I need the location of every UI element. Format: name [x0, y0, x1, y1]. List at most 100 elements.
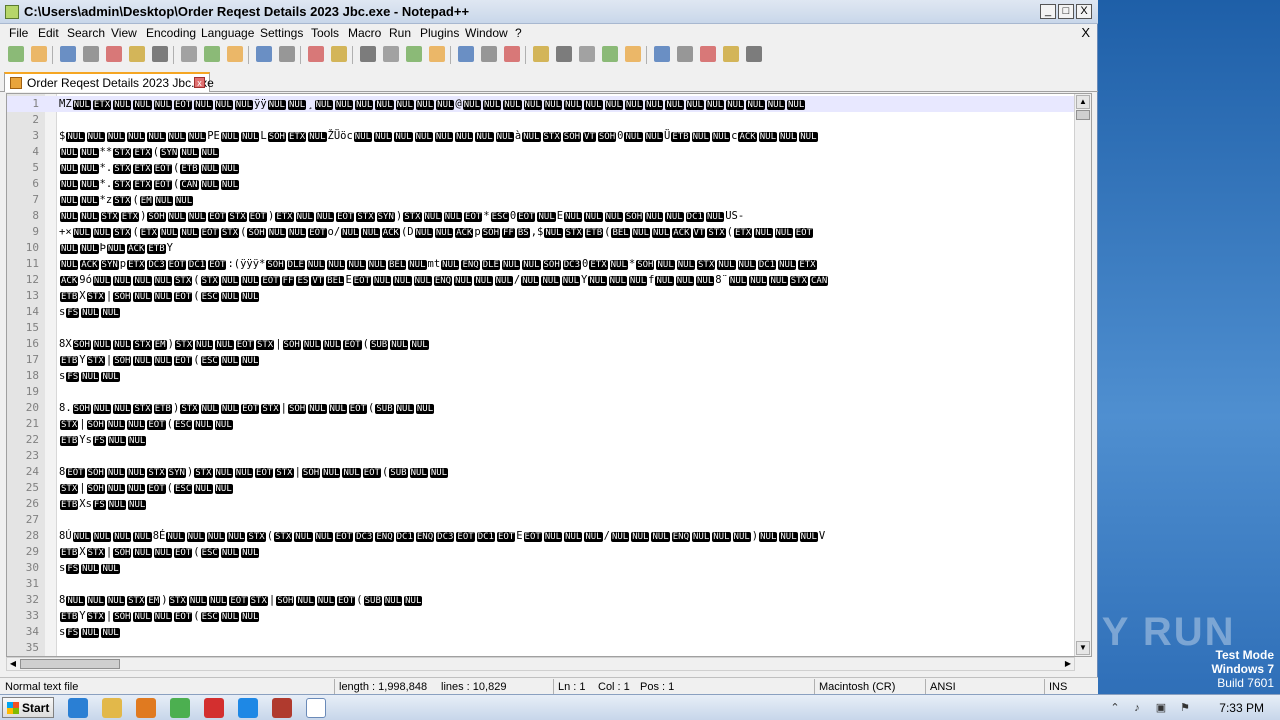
volume-icon[interactable]: ♪ [1130, 701, 1144, 715]
editor-line[interactable]: 29 ETB X STX | SOH NUL NUL EOT(ESC NUL NUL [7, 544, 1077, 560]
chrome-icon[interactable] [170, 698, 190, 718]
editor-line[interactable]: 9 +× NUL NUL STX(ETX NUL NUL EOT STX(SOH NUL NUL EO… [7, 224, 1077, 240]
folder-workspace-icon[interactable] [602, 46, 618, 62]
editor-line[interactable]: 17 ETB Y STX | SOH NUL NUL EOT(ESC NUL NUL [7, 352, 1077, 368]
editor-line[interactable]: 10 NUL NUL Þ NUL ACK ETB Y [7, 240, 1077, 256]
editor-line[interactable]: 13 ETB X STX | SOH NUL NUL EOT(ESC NUL NUL [7, 288, 1077, 304]
editor-line[interactable]: 11 NUL ACK SYN p ETX DC3 EOT DC1 EOT:(ÿÿÿ* SOH DLE N… [7, 256, 1077, 272]
ie-icon[interactable] [68, 698, 88, 718]
editor-line[interactable]: 32 8 NUL NUL NUL STX EM) STX NUL NUL EOT STX | SOH NUL… [7, 592, 1077, 608]
flag-icon[interactable]: ⚑ [1178, 701, 1192, 715]
save-all-icon[interactable] [83, 46, 99, 62]
close-all-icon[interactable] [129, 46, 145, 62]
indent-guide-icon[interactable] [504, 46, 520, 62]
save-macro-icon[interactable] [746, 46, 762, 62]
maximize-button[interactable]: □ [1058, 4, 1074, 19]
explorer-icon[interactable] [102, 698, 122, 718]
sync-vertical-icon[interactable] [406, 46, 422, 62]
scroll-right-arrow-icon[interactable]: ▶ [1062, 658, 1074, 670]
scroll-down-arrow-icon[interactable]: ▼ [1076, 641, 1090, 655]
horizontal-scroll-thumb[interactable] [20, 659, 120, 669]
record-macro-icon[interactable] [654, 46, 670, 62]
editor-line[interactable]: 14 s FS NUL NUL [7, 304, 1077, 320]
menu-help[interactable]: ? [515, 26, 522, 40]
start-button[interactable]: Start [2, 697, 54, 718]
editor-line[interactable]: 34 s FS NUL NUL [7, 624, 1077, 640]
media-player-icon[interactable] [136, 698, 156, 718]
stop-macro-icon[interactable] [677, 46, 693, 62]
editor-line[interactable]: 7 NUL NUL *z STX(EM NUL NUL [7, 192, 1077, 208]
menu-settings[interactable]: Settings [260, 26, 303, 40]
menu-language[interactable]: Language [201, 26, 254, 40]
opera-icon[interactable] [204, 698, 224, 718]
editor-line[interactable]: 25 STX | SOH NUL NUL EOT(ESC NUL NUL [7, 480, 1077, 496]
editor-line[interactable]: 33 ETB Y STX | SOH NUL NUL EOT(ESC NUL NUL [7, 608, 1077, 624]
editor-line[interactable]: 16 8X SOH NUL NUL STX EM) STX NUL NUL EOT STX | SOH NU… [7, 336, 1077, 352]
replace-icon[interactable] [331, 46, 347, 62]
minimize-button[interactable]: _ [1040, 4, 1056, 19]
doc-map-icon[interactable] [556, 46, 572, 62]
paste-icon[interactable] [227, 46, 243, 62]
close-document-x[interactable]: X [1081, 25, 1090, 40]
menu-run[interactable]: Run [389, 26, 411, 40]
menu-plugins[interactable]: Plugins [420, 26, 459, 40]
undo-icon[interactable] [256, 46, 272, 62]
zoom-out-icon[interactable] [383, 46, 399, 62]
play-macro-icon[interactable] [700, 46, 716, 62]
find-icon[interactable] [308, 46, 324, 62]
editor-line[interactable]: 1 MZ NUL ETX NUL NUL NUL EOT NUL NUL NUL ÿÿ NUL NUL ¸ N… [7, 96, 1077, 112]
menu-tools[interactable]: Tools [311, 26, 339, 40]
menu-file[interactable]: File [9, 26, 28, 40]
sync-horizontal-icon[interactable] [429, 46, 445, 62]
editor-line[interactable]: 19 [7, 384, 1077, 400]
close-window-button[interactable]: X [1076, 4, 1092, 19]
editor-line[interactable]: 2 [7, 112, 1077, 128]
save-icon[interactable] [60, 46, 76, 62]
editor-line[interactable]: 6 NUL NUL *. STX ETX EOT(CAN NUL NUL [7, 176, 1077, 192]
editor-line[interactable]: 15 [7, 320, 1077, 336]
editor-line[interactable]: 12 ACK 9ó NUL NUL NUL NUL STX(STX NUL NUL EOT FF ES V… [7, 272, 1077, 288]
scroll-up-arrow-icon[interactable]: ▲ [1076, 95, 1090, 109]
horizontal-scrollbar[interactable]: ◀ ▶ [6, 657, 1075, 671]
new-file-icon[interactable] [8, 46, 24, 62]
editor-line[interactable]: 21 STX | SOH NUL NUL EOT(ESC NUL NUL [7, 416, 1077, 432]
zoom-in-icon[interactable] [360, 46, 376, 62]
menu-search[interactable]: Search [67, 26, 105, 40]
editor-line[interactable]: 3 $ NUL NUL NUL NUL NUL NUL NUL PE NUL NUL L SOH ETX NU… [7, 128, 1077, 144]
show-hidden-icon[interactable]: ⌃ [1108, 701, 1122, 715]
editor-line[interactable]: 18 s FS NUL NUL [7, 368, 1077, 384]
menu-encoding[interactable]: Encoding [146, 26, 196, 40]
redo-icon[interactable] [279, 46, 295, 62]
editor-line[interactable]: 35 [7, 640, 1077, 656]
editor-line[interactable]: 8 NUL NUL STX ETX) SOH NUL NUL EOT STX EOT) ETX NUL N… [7, 208, 1077, 224]
open-file-icon[interactable] [31, 46, 47, 62]
clock[interactable]: 7:33 PM [1219, 701, 1264, 715]
menu-macro[interactable]: Macro [348, 26, 381, 40]
title-bar[interactable]: C:\Users\admin\Desktop\Order Reqest Deta… [0, 0, 1098, 24]
cut-icon[interactable] [181, 46, 197, 62]
scroll-left-arrow-icon[interactable]: ◀ [7, 658, 19, 670]
udl-icon[interactable] [533, 46, 549, 62]
editor-line[interactable]: 30 s FS NUL NUL [7, 560, 1077, 576]
editor-line[interactable]: 23 [7, 448, 1077, 464]
editor-line[interactable]: 26 ETB Xs FS NUL NUL [7, 496, 1077, 512]
editor-line[interactable]: 27 [7, 512, 1077, 528]
close-icon[interactable] [106, 46, 122, 62]
copy-icon[interactable] [204, 46, 220, 62]
menu-edit[interactable]: Edit [38, 26, 59, 40]
editor-line[interactable]: 22 ETB Ys FS NUL NUL [7, 432, 1077, 448]
editor-line[interactable]: 24 8 EOT SOH NUL NUL STX SYN) STX NUL NUL EOT STX | SO… [7, 464, 1077, 480]
tab-order-reqest-details[interactable]: Order Reqest Details 2023 Jbc.exe x [4, 72, 214, 92]
print-icon[interactable] [152, 46, 168, 62]
show-all-chars-icon[interactable] [481, 46, 497, 62]
network-icon[interactable]: ▣ [1154, 701, 1168, 715]
tab-close-icon[interactable]: x [194, 77, 205, 88]
menu-view[interactable]: View [111, 26, 137, 40]
word-wrap-icon[interactable] [458, 46, 474, 62]
notepadpp-icon[interactable] [306, 698, 326, 718]
menu-window[interactable]: Window [465, 26, 508, 40]
editor-line[interactable]: 20 8. SOH NUL NUL STX ETB) STX NUL NUL EOT STX | SOH N… [7, 400, 1077, 416]
function-list-icon[interactable] [579, 46, 595, 62]
run-macro-multiple-icon[interactable] [723, 46, 739, 62]
editor-area[interactable]: 1 MZ NUL ETX NUL NUL NUL EOT NUL NUL NUL ÿÿ NUL NUL ¸ N… [6, 93, 1092, 657]
